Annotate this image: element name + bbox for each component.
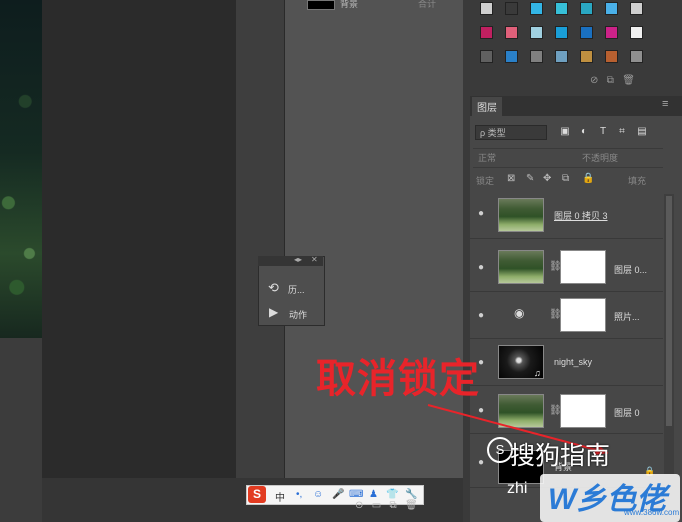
skin-icon[interactable]: 👕 [386,489,398,500]
canvas-image[interactable] [0,0,42,338]
color-swatch[interactable] [505,2,518,15]
color-swatch[interactable] [530,26,543,39]
watermark-zhi: zhi [507,480,528,497]
layer-name[interactable]: night_sky [554,357,592,367]
ime-mode[interactable]: 中 [275,489,285,504]
color-swatch[interactable] [555,26,568,39]
layer-mask-thumbnail[interactable] [560,250,606,284]
color-swatch[interactable] [630,2,643,15]
layer-mask-thumbnail[interactable] [560,298,606,332]
color-swatch[interactable] [530,50,543,63]
color-swatch[interactable] [505,26,518,39]
delete-swatch-icon[interactable]: ⊘ [590,75,598,86]
canvas-pasteboard [42,0,236,478]
layer-value: 合计 [418,0,437,9]
color-swatch[interactable] [580,26,593,39]
layers-scroll-thumb[interactable] [666,196,672,426]
color-swatch[interactable] [555,50,568,63]
emoji-icon[interactable]: ☺ [313,489,323,500]
lock-all-icon[interactable]: 🔒 [582,173,594,184]
color-swatch[interactable] [630,50,643,63]
color-swatch[interactable] [605,50,618,63]
image-filter-icon[interactable]: ▣ [559,126,571,138]
color-swatch[interactable] [505,50,518,63]
layer-name[interactable]: 照片... [614,310,640,323]
layer-name: 背景 [340,0,359,9]
layer-name[interactable]: 图层 0 拷贝 3 [554,209,608,222]
history-label[interactable]: 历... [288,283,305,296]
lock-label: 锁定 [476,176,495,186]
layer-thumbnail [307,0,335,10]
layer-filter-select[interactable]: ρ 类型 [475,125,547,140]
color-swatch[interactable] [555,2,568,15]
swatches-panel [470,0,682,90]
user-icon[interactable]: ♟ [369,489,378,500]
settings-wrench-icon[interactable]: 🔧 [405,489,417,500]
visibility-eye-icon[interactable]: ● [478,208,490,219]
type-filter-icon[interactable]: T [597,126,609,138]
sogou-ime-logo[interactable]: S [248,486,266,503]
lock-artboard-icon[interactable]: ⧉ [562,173,569,184]
camera-adjustment-icon: ◉ [514,306,525,320]
lock-position-icon[interactable]: ✥ [543,173,551,184]
close-icon[interactable]: ✕ [311,255,318,264]
color-swatch[interactable] [580,2,593,15]
layers-footer-icons[interactable]: ⊙ ▭ ⧉ 🗑 [355,500,418,511]
new-swatch-icon[interactable]: ⧉ [607,75,614,86]
tab-layers[interactable]: 图层 [472,97,502,116]
visibility-eye-icon[interactable]: ● [478,262,490,273]
sogou-watermark: 搜狗指南 [510,442,611,470]
color-swatch[interactable] [630,26,643,39]
punctuation-icon[interactable]: •, [296,489,302,500]
color-swatch[interactable] [480,26,493,39]
swatches-footer-icons: ⊘ ⧉ 🗑 [590,75,635,86]
fill-label: 填充 [628,176,647,186]
opacity-label: 不透明度 [582,153,619,163]
history-icon[interactable]: ⟲ [268,280,279,296]
play-icon[interactable]: ▶ [269,305,278,319]
collapse-icon[interactable]: ◂▸ [294,255,302,264]
smart-object-icon: ♫ [534,368,541,378]
microphone-icon[interactable]: 🎤 [332,489,344,500]
site-url: www.386w.com [624,508,680,517]
blend-mode-select[interactable]: 正常 [478,151,496,164]
color-swatch[interactable] [605,26,618,39]
blend-mode-row [473,148,663,168]
color-swatch[interactable] [605,2,618,15]
color-swatch[interactable] [580,50,593,63]
layer-name[interactable]: 图层 0... [614,263,647,276]
layer-thumbnail [498,250,544,284]
trash-icon[interactable]: 🗑 [622,75,635,86]
adjustment-filter-icon[interactable]: ◐ [578,126,590,138]
color-swatch[interactable] [480,2,493,15]
lock-pixels-icon[interactable]: ✎ [526,173,534,184]
color-swatch[interactable] [530,2,543,15]
lock-transparent-icon[interactable]: ⊠ [507,173,515,184]
visibility-eye-icon[interactable]: ● [478,310,490,321]
actions-label[interactable]: 动作 [289,308,307,321]
layer-thumbnail [498,198,544,232]
shape-filter-icon[interactable]: ⌗ [616,126,628,138]
panel-menu-icon[interactable]: ≡ [662,98,668,110]
keyboard-icon[interactable]: ⌨ [349,489,363,500]
color-swatch[interactable] [480,50,493,63]
smart-object-filter-icon[interactable]: ▤ [636,126,648,138]
canvas-margin [236,0,284,478]
